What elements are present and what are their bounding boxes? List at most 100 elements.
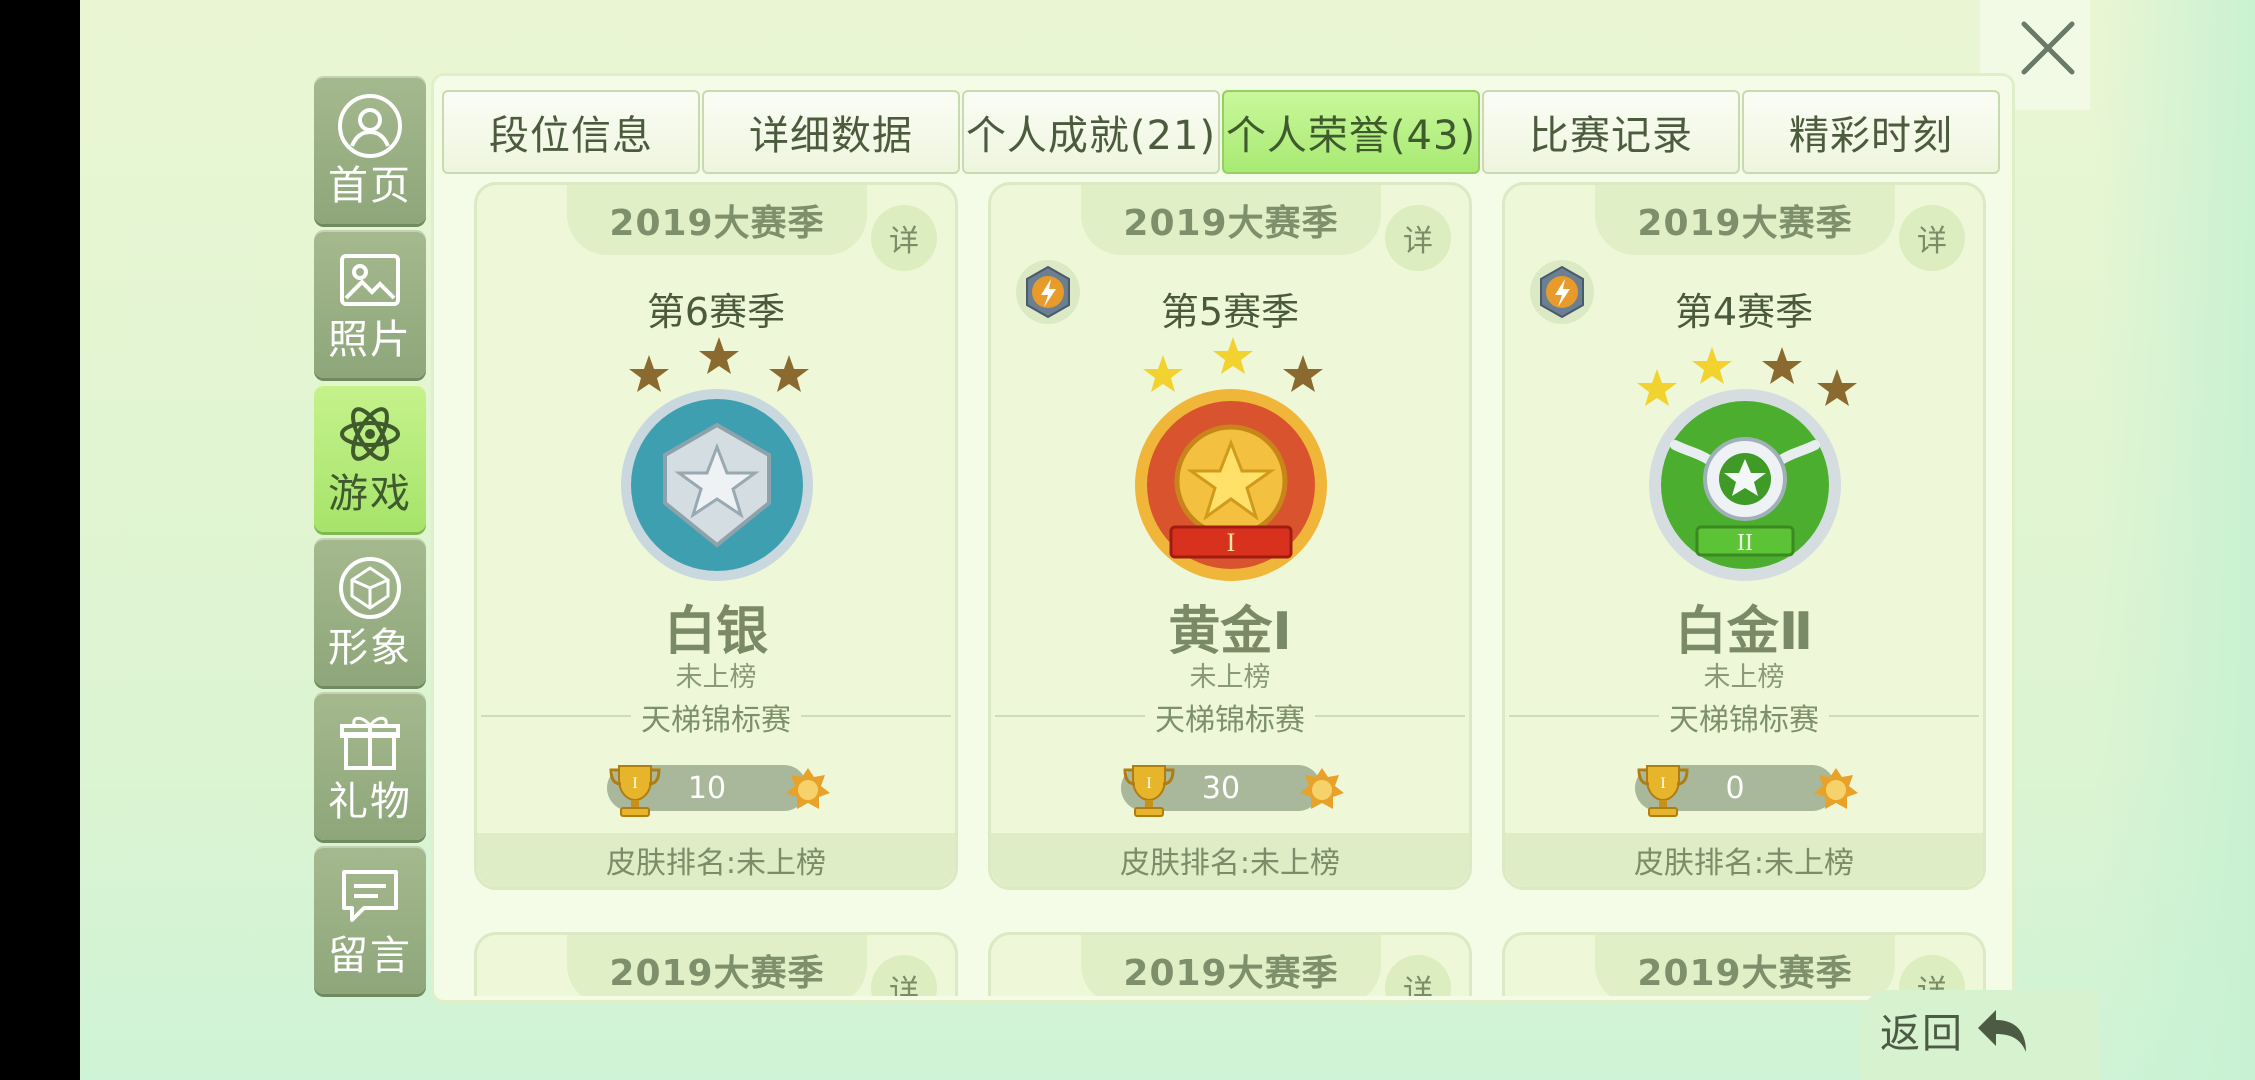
svg-text:I: I [1660, 775, 1665, 792]
svg-text:I: I [1227, 528, 1236, 557]
close-button[interactable] [2008, 8, 2088, 88]
gem-icon [1300, 768, 1344, 809]
sidebar-item-photos[interactable]: 照片 [314, 230, 426, 378]
rank-name: 白银 [663, 602, 768, 662]
back-button[interactable]: 返回 [1880, 990, 2080, 1070]
platinum-medal-icon: II [1649, 389, 1841, 581]
honor-card[interactable]: 2019大赛季 详 第6赛季 白银 未上榜 天梯锦标赛 10 I 皮肤排名:未上… [474, 182, 958, 890]
gem-icon [786, 768, 830, 809]
season-year-ribbon: 2019大赛季 [1081, 935, 1381, 996]
season-year: 2019大赛季 [1637, 203, 1853, 244]
honor-card[interactable]: 2019大赛季 详 第5赛季 I 黄金Ⅰ 未上榜 天梯锦标赛 30 I 皮肤排名… [988, 182, 1472, 890]
tournament-label: 天梯锦标赛 [991, 695, 1469, 739]
tab-rank-info[interactable]: 段位信息 [442, 90, 700, 174]
detail-button[interactable]: 详 [1899, 205, 1965, 271]
season-name: 第4赛季 [1674, 290, 1814, 334]
tab-label: 段位信息 [489, 113, 653, 159]
tab-label: 比赛记录 [1529, 113, 1693, 159]
tab-honors[interactable]: 个人荣誉(43) [1222, 90, 1480, 174]
svg-text:I: I [1146, 775, 1151, 792]
season-year-ribbon: 2019大赛季 [567, 185, 867, 255]
diamond-icon [336, 554, 404, 622]
season-year: 2019大赛季 [1637, 953, 1853, 994]
rank-status: 未上榜 [1189, 662, 1271, 693]
svg-text:I: I [632, 775, 637, 792]
score-value: 10 [687, 770, 727, 806]
season-year-ribbon: 2019大赛季 [1081, 185, 1381, 255]
season-year: 2019大赛季 [609, 203, 825, 244]
tournament-name: 天梯锦标赛 [631, 703, 801, 738]
honor-card[interactable]: 2019大赛季 详 [1502, 932, 1986, 996]
tournament-label: 天梯锦标赛 [477, 695, 955, 739]
trophy-icon: I [1637, 765, 1689, 817]
return-arrow-icon [1978, 1010, 2026, 1052]
sidebar-item-avatar[interactable]: 形象 [314, 538, 426, 686]
sidebar-item-label: 首页 [328, 163, 412, 209]
honor-card[interactable]: 2019大赛季 详 第4赛季 II 白金Ⅱ 未上榜 天梯锦标赛 0 I 皮肤排名… [1502, 182, 1986, 890]
tab-label: 个人成就(21) [965, 113, 1217, 159]
tab-label: 个人荣誉(43) [1225, 113, 1477, 159]
detail-button[interactable]: 详 [871, 955, 937, 996]
tab-highlights[interactable]: 精彩时刻 [1742, 90, 2000, 174]
season-year: 2019大赛季 [609, 953, 825, 994]
season-year: 2019大赛季 [1123, 953, 1339, 994]
trophy-icon: I [609, 765, 661, 817]
skin-ranking: 皮肤排名:未上榜 [991, 833, 1469, 887]
tab-match-records[interactable]: 比赛记录 [1482, 90, 1740, 174]
star-icon [1213, 337, 1253, 374]
score-value: 30 [1201, 770, 1241, 806]
skin-ranking: 皮肤排名:未上榜 [1505, 833, 1983, 887]
season-year-ribbon: 2019大赛季 [1595, 935, 1895, 996]
skin-ranking: 皮肤排名:未上榜 [477, 833, 955, 887]
tab-label: 详细数据 [749, 113, 913, 159]
message-icon [336, 862, 404, 930]
sidebar-item-gifts[interactable]: 礼物 [314, 692, 426, 840]
sidebar-item-home[interactable]: 首页 [314, 76, 426, 224]
tournament-name: 天梯锦标赛 [1659, 703, 1829, 738]
gem-icon [1814, 768, 1858, 809]
season-name: 第6赛季 [646, 290, 786, 334]
photo-icon [336, 246, 404, 314]
rank-status: 未上榜 [675, 662, 757, 693]
detail-button[interactable]: 详 [871, 205, 937, 271]
close-icon [2021, 21, 2075, 75]
season-year-ribbon: 2019大赛季 [567, 935, 867, 996]
star-icon [699, 337, 739, 374]
honor-card[interactable]: 2019大赛季 详 [988, 932, 1472, 996]
sidebar-item-games[interactable]: 游戏 [314, 384, 426, 532]
tab-label: 精彩时刻 [1789, 113, 1953, 159]
gift-icon [336, 708, 404, 776]
sidebar-item-messages[interactable]: 留言 [314, 846, 426, 994]
main-panel: 段位信息 详细数据 个人成就(21) 个人荣誉(43) 比赛记录 精彩时刻 20… [434, 76, 2012, 1000]
detail-button[interactable]: 详 [1385, 955, 1451, 996]
sidebar-item-label: 形象 [328, 625, 412, 671]
profile-icon [336, 92, 404, 160]
detail-button[interactable]: 详 [1385, 205, 1451, 271]
star-icon [1692, 347, 1732, 384]
tab-achievements[interactable]: 个人成就(21) [962, 90, 1220, 174]
tournament-name: 天梯锦标赛 [1145, 703, 1315, 738]
tab-detailed-data[interactable]: 详细数据 [702, 90, 960, 174]
sidebar-item-label: 留言 [328, 933, 412, 979]
silver-medal-icon [621, 389, 813, 581]
star-icon [1762, 347, 1802, 384]
rank-name: 白金Ⅱ [1674, 602, 1814, 662]
tournament-label: 天梯锦标赛 [1505, 695, 1983, 739]
back-label: 返回 [1880, 1011, 1964, 1057]
sidebar-item-label: 游戏 [328, 471, 412, 517]
sidebar-item-label: 礼物 [328, 779, 412, 825]
atom-icon [336, 400, 404, 468]
svg-text:II: II [1737, 530, 1753, 556]
season-year: 2019大赛季 [1123, 203, 1339, 244]
game-screen: 首页 照片 游戏 形象 礼物 留言 段位信息 详细数据 个人成就(21) 个人荣… [0, 0, 2255, 1080]
rank-status: 未上榜 [1703, 662, 1785, 693]
season-name: 第5赛季 [1160, 290, 1300, 334]
season-year-ribbon: 2019大赛季 [1595, 185, 1895, 255]
trophy-icon: I [1123, 765, 1175, 817]
right-edge-fade [2095, 0, 2255, 1080]
rank-name: 黄金Ⅰ [1168, 602, 1292, 662]
sidebar-item-label: 照片 [328, 317, 412, 363]
honor-card[interactable]: 2019大赛季 详 [474, 932, 958, 996]
honor-card-grid: 2019大赛季 详 第6赛季 白银 未上榜 天梯锦标赛 10 I 皮肤排名:未上… [434, 182, 2012, 996]
tab-bar: 段位信息 详细数据 个人成就(21) 个人荣誉(43) 比赛记录 精彩时刻 [442, 90, 2004, 174]
